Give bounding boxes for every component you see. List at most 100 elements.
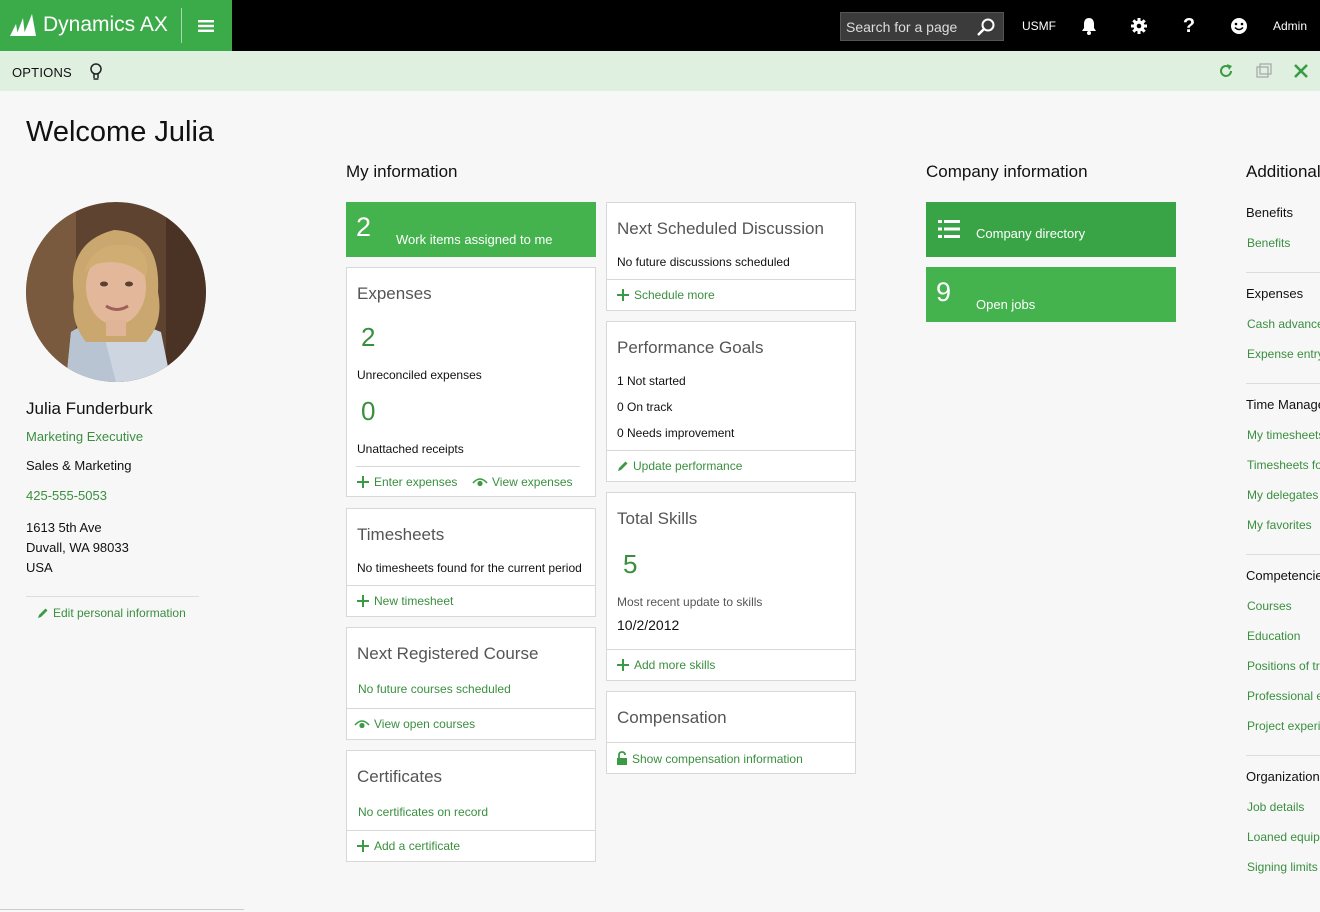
view-expenses-link[interactable]: View expenses: [472, 475, 573, 489]
my-delegates-link[interactable]: My delegates: [1247, 488, 1318, 502]
education-link[interactable]: Education: [1247, 629, 1300, 643]
total-skills-count[interactable]: 5: [623, 549, 637, 580]
eye-icon: [472, 478, 488, 487]
compensation-title: Compensation: [617, 708, 727, 727]
unattached-receipts-count[interactable]: 0: [361, 396, 375, 427]
profile-job-title[interactable]: Marketing Executive: [26, 429, 143, 444]
project-experience-link[interactable]: Project experience: [1247, 719, 1320, 733]
action-pane: OPTIONS: [0, 51, 1320, 91]
open-jobs-tile[interactable]: 9 Open jobs: [926, 267, 1176, 322]
brand-divider: [181, 8, 182, 43]
positions-of-trust-link[interactable]: Positions of trust: [1247, 659, 1320, 673]
signing-limits-link[interactable]: Signing limits: [1247, 860, 1318, 874]
professional-experience-link[interactable]: Professional experience: [1247, 689, 1320, 703]
plus-icon: [617, 659, 629, 671]
goals-not-started: 1 Not started: [617, 374, 686, 388]
plus-icon: [357, 595, 369, 607]
cash-advance-link[interactable]: Cash advance: [1247, 317, 1320, 331]
notifications-button[interactable]: [1078, 14, 1100, 38]
loaned-equipment-link[interactable]: Loaned equipment: [1247, 830, 1320, 844]
brand-area: Dynamics AX: [0, 0, 232, 51]
job-details-link[interactable]: Job details: [1247, 800, 1304, 814]
certificates-status[interactable]: No certificates on record: [358, 805, 488, 819]
profile-phone[interactable]: 425-555-5053: [26, 488, 107, 503]
next-registered-course-card: Next Registered Course No future courses…: [346, 627, 596, 740]
unattached-receipts-label: Unattached receipts: [357, 442, 464, 456]
page-search-box: [840, 12, 1004, 41]
close-icon[interactable]: [1292, 62, 1310, 80]
top-navigation-bar: Dynamics AX USMF: [0, 0, 1320, 51]
list-icon: [938, 220, 960, 238]
help-button[interactable]: ?: [1178, 14, 1200, 38]
work-items-tile[interactable]: 2 Work items assigned to me: [346, 202, 596, 257]
plus-icon: [357, 476, 369, 488]
search-input[interactable]: [841, 13, 973, 40]
my-information-heading: My information: [346, 162, 458, 181]
add-more-skills-label: Add more skills: [634, 658, 716, 672]
eye-icon: [354, 720, 370, 729]
address-line-1: 1613 5th Ave: [26, 520, 102, 535]
update-performance-label: Update performance: [633, 459, 743, 473]
lightbulb-icon[interactable]: [88, 62, 104, 82]
total-skills-title: Total Skills: [617, 509, 698, 528]
refresh-icon[interactable]: [1217, 62, 1235, 80]
next-scheduled-discussion-card: Next Scheduled Discussion No future disc…: [606, 202, 856, 311]
search-icon[interactable]: [976, 17, 996, 37]
edit-personal-information-link[interactable]: Edit personal information: [36, 606, 186, 620]
options-tab[interactable]: OPTIONS: [12, 65, 72, 80]
my-timesheets-link[interactable]: My timesheets: [1247, 428, 1320, 442]
open-jobs-label: Open jobs: [976, 297, 1036, 312]
additional-divider: [1246, 383, 1320, 384]
app-name: Dynamics AX: [43, 13, 168, 36]
additional-section: Additional Benefits Benefits Expenses Ca…: [1246, 162, 1320, 902]
expense-entry-link[interactable]: Expense entry: [1247, 347, 1320, 361]
feedback-button[interactable]: [1228, 14, 1250, 38]
timesheets-title: Timesheets: [357, 525, 445, 544]
benefits-group-title: Benefits: [1246, 205, 1293, 220]
view-open-courses-link[interactable]: View open courses: [354, 717, 475, 731]
timesheets-for-link[interactable]: Timesheets for: [1247, 458, 1320, 472]
goals-on-track: 0 On track: [617, 400, 673, 414]
next-registered-course-status[interactable]: No future courses scheduled: [358, 682, 511, 696]
profile-department: Sales & Marketing: [26, 458, 132, 473]
pencil-icon: [618, 461, 628, 471]
enter-expenses-link[interactable]: Enter expenses: [356, 475, 457, 489]
total-skills-card: Total Skills 5 Most recent update to ski…: [606, 492, 856, 681]
certificates-title: Certificates: [357, 767, 443, 786]
performance-goals-title: Performance Goals: [617, 338, 764, 357]
next-registered-course-title: Next Registered Course: [357, 644, 539, 663]
user-menu[interactable]: Admin: [1273, 19, 1307, 33]
profile-divider: [26, 596, 199, 597]
question-mark-icon: ?: [1182, 14, 1196, 37]
open-in-new-window-icon[interactable]: [1255, 62, 1273, 80]
certificates-footer: Add a certificate: [347, 830, 595, 861]
courses-link[interactable]: Courses: [1247, 599, 1292, 613]
discussion-footer: Schedule more: [607, 279, 855, 310]
settings-button[interactable]: [1128, 14, 1150, 38]
unreconciled-expenses-label: Unreconciled expenses: [357, 368, 482, 382]
benefits-link[interactable]: Benefits: [1247, 236, 1290, 250]
next-scheduled-discussion-title: Next Scheduled Discussion: [617, 219, 824, 238]
expenses-group-title: Expenses: [1246, 286, 1304, 301]
pencil-icon: [38, 608, 48, 618]
skills-last-update-label: Most recent update to skills: [617, 595, 763, 609]
expenses-card: Expenses 2 Unreconciled expenses 0 Unatt…: [346, 267, 596, 497]
my-favorites-link[interactable]: My favorites: [1247, 518, 1312, 532]
gear-icon: [1131, 18, 1147, 34]
smiley-icon: [1231, 18, 1247, 34]
lock-icon: [617, 751, 627, 765]
navigation-menu-button[interactable]: [191, 11, 221, 41]
new-timesheet-label: New timesheet: [374, 594, 454, 608]
add-more-skills-link[interactable]: Add more skills: [616, 658, 715, 672]
show-compensation-link[interactable]: Show compensation information: [616, 751, 803, 766]
company-directory-tile[interactable]: Company directory: [926, 202, 1176, 257]
unreconciled-expenses-count[interactable]: 2: [361, 322, 375, 353]
edit-personal-information-label: Edit personal information: [53, 606, 186, 620]
competencies-group-title: Competencies: [1246, 568, 1320, 583]
additional-divider: [1246, 272, 1320, 273]
add-certificate-link[interactable]: Add a certificate: [356, 839, 460, 853]
schedule-more-link[interactable]: Schedule more: [616, 288, 715, 302]
new-timesheet-link[interactable]: New timesheet: [356, 594, 453, 608]
company-selector[interactable]: USMF: [1022, 19, 1056, 33]
update-performance-link[interactable]: Update performance: [616, 459, 742, 473]
